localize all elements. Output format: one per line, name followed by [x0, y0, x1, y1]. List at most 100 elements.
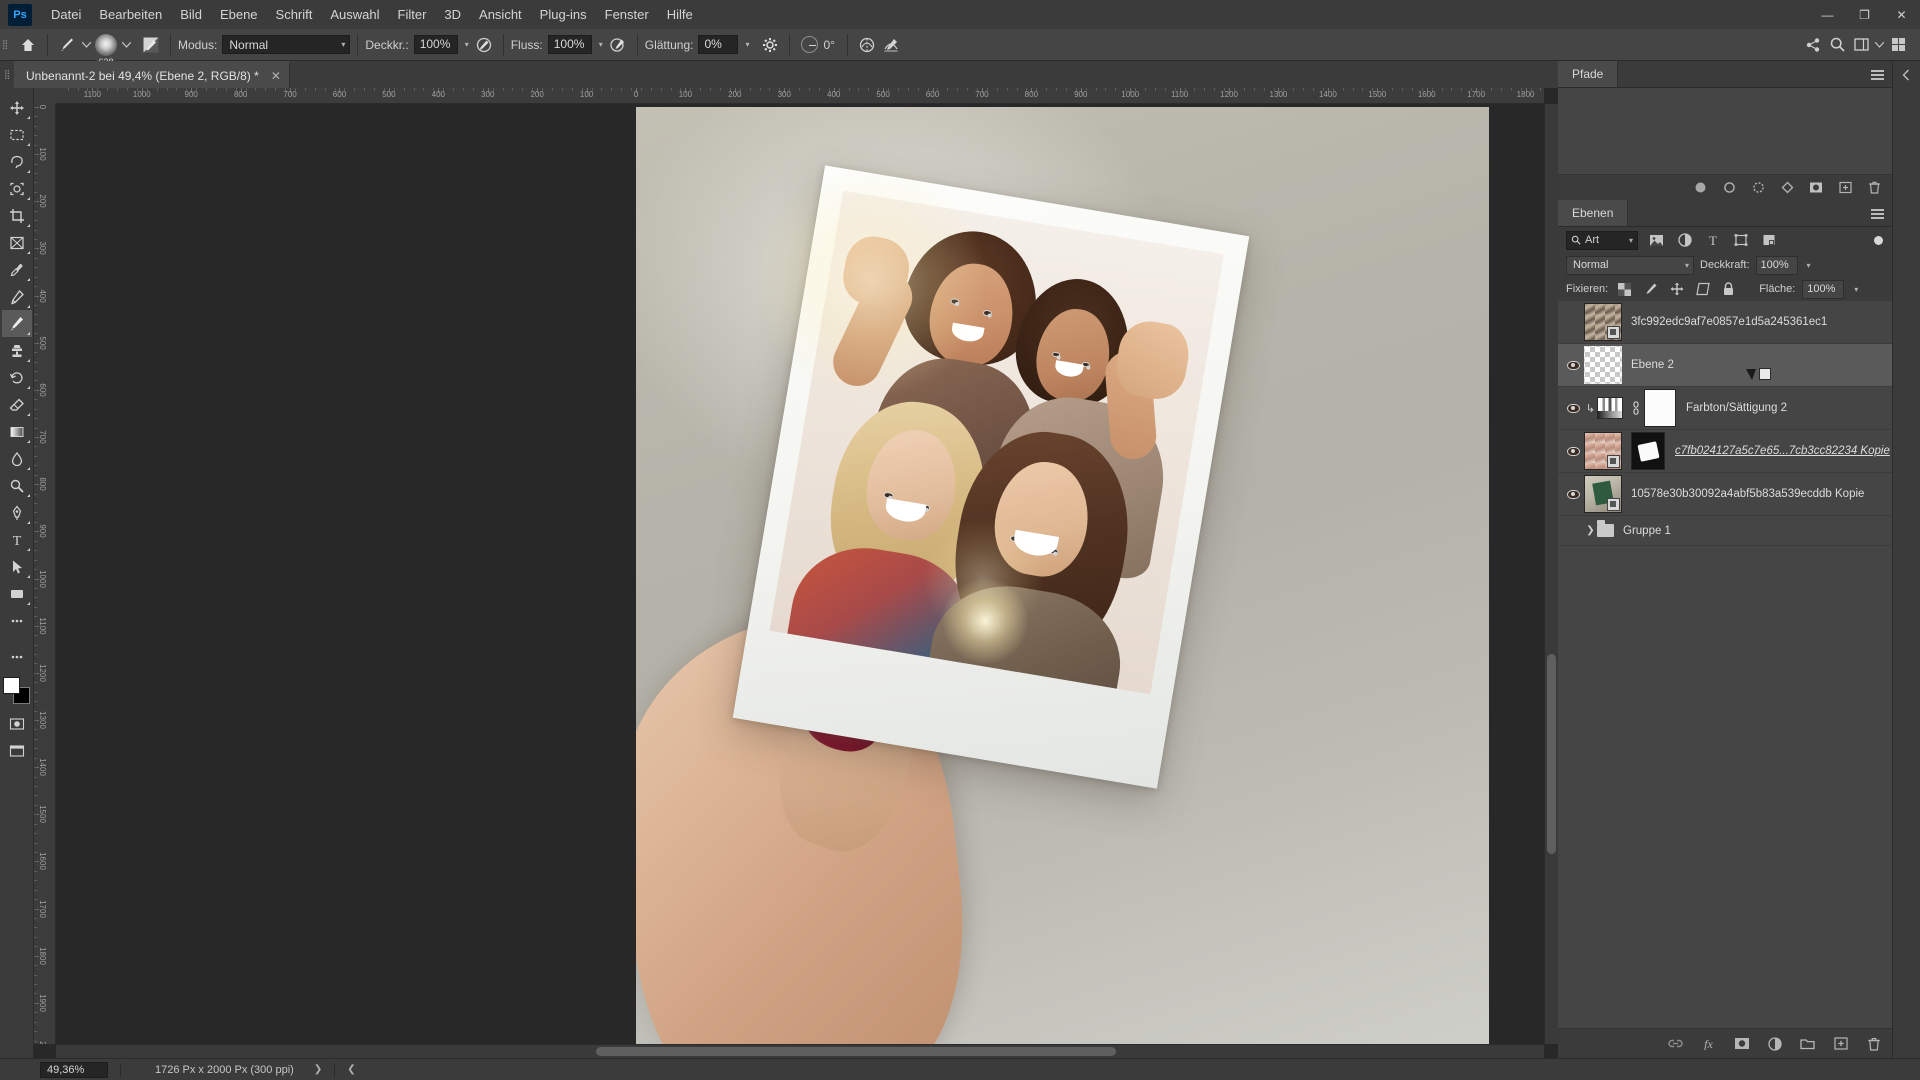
airbrush-icon[interactable] — [606, 33, 630, 57]
table-row[interactable]: c7fb024127a5c7e65...7cb3cc82234 Kopie — [1558, 430, 1892, 473]
filter-smartobject-icon[interactable] — [1759, 231, 1778, 250]
foreground-color-swatch[interactable] — [2, 677, 20, 694]
horizontal-ruler[interactable]: 1100 1000 900 800 700 600 500 400 300 200 100 0 100 2… — [56, 88, 1544, 104]
layer-fill-value[interactable]: 100% — [1802, 279, 1845, 299]
options-bar-grip[interactable]: ⣿ — [0, 29, 10, 61]
menu-auswahl[interactable]: Auswahl — [321, 3, 388, 27]
opacity-value[interactable]: 100% — [413, 35, 458, 54]
filter-shape-icon[interactable] — [1731, 231, 1750, 250]
lock-all-icon[interactable] — [1719, 280, 1738, 299]
tool-shape[interactable] — [2, 580, 32, 607]
tool-path-selection[interactable] — [2, 553, 32, 580]
status-back-icon[interactable]: ❮ — [347, 1064, 355, 1075]
minimize-button[interactable]: — — [1809, 0, 1846, 29]
close-icon[interactable]: ✕ — [271, 69, 281, 83]
edit-toolbar-icon[interactable] — [2, 643, 32, 670]
menu-schrift[interactable]: Schrift — [267, 3, 322, 27]
brush-angle-icon[interactable] — [797, 33, 821, 57]
tool-gradient[interactable] — [2, 418, 32, 445]
menu-hilfe[interactable]: Hilfe — [658, 3, 702, 27]
tool-eyedropper[interactable] — [2, 256, 32, 283]
canvas-area[interactable]: 1100 1000 900 800 700 600 500 400 300 200 100 0 100 2… — [34, 88, 1558, 1058]
delete-path-icon[interactable] — [1866, 180, 1882, 196]
tool-lasso[interactable] — [2, 148, 32, 175]
delete-layer-icon[interactable] — [1865, 1035, 1882, 1052]
zoom-level-field[interactable]: 49,36% — [40, 1061, 108, 1078]
angle-wheel[interactable] — [800, 36, 818, 53]
opacity-stepper[interactable]: 100% ▾ — [413, 35, 472, 54]
tab-pfade[interactable]: Pfade — [1558, 61, 1619, 87]
chevron-down-icon[interactable] — [1873, 33, 1886, 57]
screen-mode-icon[interactable] — [2, 737, 32, 764]
table-row[interactable]: Ebene 2 — [1558, 344, 1892, 387]
lock-transparency-icon[interactable] — [1615, 280, 1634, 299]
pressure-opacity-icon[interactable] — [472, 33, 496, 57]
tool-brush[interactable] — [1, 310, 32, 337]
filter-enable-toggle[interactable] — [1872, 231, 1884, 250]
table-row[interactable]: 10578e30b30092a4abf5b83a539ecddb Kopie — [1558, 473, 1892, 516]
canvas-horizontal-scrollbar[interactable] — [56, 1044, 1544, 1058]
layers-panel-menu-icon[interactable] — [1871, 200, 1884, 227]
adjustment-layer-thumbnail[interactable] — [1597, 397, 1623, 419]
menu-datei[interactable]: Datei — [42, 3, 90, 27]
smoothing-stepper[interactable]: 0% ▾ — [698, 35, 752, 54]
chevron-down-icon[interactable]: ▾ — [462, 40, 472, 49]
layer-thumbnail[interactable] — [1584, 303, 1622, 341]
lock-position-icon[interactable] — [1667, 280, 1686, 299]
tool-object-selection[interactable] — [2, 175, 32, 202]
layer-name[interactable]: Ebene 2 — [1631, 359, 1674, 371]
menu-bearbeiten[interactable]: Bearbeiten — [90, 3, 171, 27]
close-button[interactable]: ✕ — [1883, 0, 1920, 29]
layer-visibility-toggle[interactable] — [1562, 403, 1584, 413]
layer-opacity-value[interactable]: 100% — [1755, 255, 1798, 275]
tool-frame[interactable] — [2, 229, 32, 256]
link-mask-icon[interactable] — [1628, 401, 1644, 415]
tool-healing-brush[interactable] — [2, 283, 32, 310]
vertical-ruler[interactable]: 0 100 200 300 400 500 600 700 800 900 1000 1100 1200… — [34, 104, 56, 1044]
pressure-size-icon[interactable] — [879, 33, 903, 57]
document-canvas[interactable] — [636, 107, 1489, 1050]
brush-settings-icon[interactable] — [139, 33, 163, 57]
document-tab[interactable]: Unbenannt-2 bei 49,4% (Ebene 2, RGB/8) *… — [14, 61, 290, 88]
flow-value[interactable]: 100% — [547, 35, 592, 54]
chevron-down-icon[interactable]: ▾ — [1804, 261, 1814, 270]
make-work-path-icon[interactable] — [1779, 180, 1795, 196]
layer-visibility-toggle[interactable] — [1562, 318, 1584, 327]
menu-3d[interactable]: 3D — [435, 3, 470, 27]
add-mask-icon[interactable] — [1808, 180, 1824, 196]
fill-path-icon[interactable] — [1692, 180, 1708, 196]
layer-visibility-toggle[interactable] — [1562, 489, 1584, 499]
layer-thumbnail[interactable] — [1584, 346, 1622, 384]
quick-mask-icon[interactable] — [2, 710, 32, 737]
new-adjustment-icon[interactable] — [1766, 1035, 1783, 1052]
tool-marquee[interactable] — [2, 121, 32, 148]
chevron-down-icon[interactable]: ▾ — [742, 40, 752, 49]
tab-bar-grip[interactable]: ⣿ — [0, 61, 14, 88]
menu-bild[interactable]: Bild — [171, 3, 211, 27]
menu-fenster[interactable]: Fenster — [596, 3, 658, 27]
tool-crop[interactable] — [2, 202, 32, 229]
lock-artboard-icon[interactable] — [1693, 280, 1712, 299]
new-path-icon[interactable] — [1837, 180, 1853, 196]
load-selection-icon[interactable] — [1750, 180, 1766, 196]
document-info-expand-icon[interactable]: ❯ — [314, 1064, 322, 1075]
scrollbar-thumb[interactable] — [596, 1047, 1116, 1056]
table-row[interactable]: 3fc992edc9af7e0857e1d5a245361ec1 — [1558, 301, 1892, 344]
workspace-icon[interactable] — [1849, 33, 1873, 57]
dock-expand-icon[interactable] — [1893, 61, 1920, 89]
brush-preset-chevron-icon[interactable] — [79, 33, 93, 57]
angle-value[interactable]: 0° — [823, 38, 834, 52]
paths-panel-menu-icon[interactable] — [1871, 61, 1884, 88]
search-icon[interactable] — [1825, 33, 1849, 57]
brush-icon[interactable] — [55, 33, 79, 57]
layer-style-icon[interactable]: fx — [1700, 1035, 1717, 1052]
add-mask-icon[interactable] — [1733, 1035, 1750, 1052]
home-icon[interactable] — [16, 33, 40, 57]
paths-list[interactable] — [1558, 88, 1892, 174]
new-layer-icon[interactable] — [1832, 1035, 1849, 1052]
smoothing-value[interactable]: 0% — [698, 35, 739, 54]
new-group-icon[interactable] — [1799, 1035, 1816, 1052]
tool-type[interactable]: T — [2, 526, 32, 553]
layer-name[interactable]: 3fc992edc9af7e0857e1d5a245361ec1 — [1631, 316, 1827, 328]
menu-plugins[interactable]: Plug-ins — [531, 3, 596, 27]
